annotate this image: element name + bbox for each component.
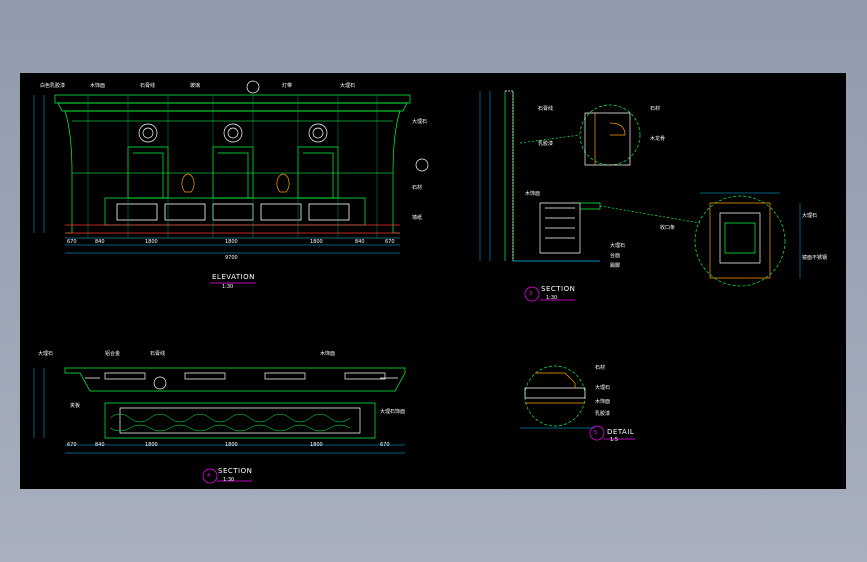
section4-label-3: 石膏线 bbox=[150, 351, 166, 357]
elevation-label-2: 木饰面 bbox=[90, 83, 106, 89]
elevation-drawing bbox=[33, 80, 429, 254]
section4-dim-6: 670 bbox=[380, 442, 390, 448]
section3-detail-label-2: 木龙骨 bbox=[650, 136, 666, 142]
section4-scale: 1:30 bbox=[223, 477, 235, 483]
elevation-dim-3: 1800 bbox=[145, 239, 158, 245]
section3-label-1: 石膏线 bbox=[538, 106, 554, 112]
detail-label-1: 石材 bbox=[595, 365, 606, 371]
detail-scale: 1:5 bbox=[610, 437, 619, 443]
elevation-right-label-2: 石材 bbox=[412, 185, 423, 191]
elevation-right-label-1: 大理石 bbox=[412, 119, 428, 125]
section4-label-5: 夹板 bbox=[70, 403, 81, 409]
section4-label-6: 大理石饰面 bbox=[380, 409, 406, 415]
elevation-label-3: 石膏线 bbox=[140, 83, 156, 89]
section3-detail-label-1: 石材 bbox=[650, 106, 661, 112]
detail-label-3: 木饰面 bbox=[595, 399, 611, 405]
detail-number: 5 bbox=[594, 430, 598, 436]
detail-drawing bbox=[520, 365, 605, 441]
section4-label-1: 大理石 bbox=[38, 351, 54, 357]
section3-label-2: 乳胶漆 bbox=[538, 141, 554, 147]
section3-label-6: 踢脚 bbox=[610, 263, 621, 269]
elevation-dim-1: 670 bbox=[67, 239, 77, 245]
elevation-dim-7: 670 bbox=[385, 239, 395, 245]
section4-dim-1: 670 bbox=[67, 442, 77, 448]
section4-dim-2: 840 bbox=[95, 442, 105, 448]
section3-title: SECTION bbox=[541, 285, 576, 293]
elevation-dim-4: 1800 bbox=[225, 239, 238, 245]
section3-label-5: 台面 bbox=[610, 253, 621, 259]
elevation-label-4: 玻璃 bbox=[190, 83, 201, 89]
section4-title: SECTION bbox=[218, 467, 253, 475]
plan-section-drawing bbox=[33, 367, 406, 484]
elevation-label-6: 大理石 bbox=[340, 83, 356, 89]
elevation-title: ELEVATION bbox=[212, 273, 255, 281]
elevation-dim-2: 840 bbox=[95, 239, 105, 245]
elevation-dim-6: 840 bbox=[355, 239, 365, 245]
section3-detail-label-5: 镜面不锈钢 bbox=[802, 255, 828, 261]
section3-number: 3 bbox=[529, 291, 533, 297]
cad-drawing-canvas[interactable]: 白色乳胶漆 木饰面 石膏线 玻璃 灯带 大理石 大理石 石材 墙纸 670 84… bbox=[20, 73, 846, 489]
elevation-label-1: 白色乳胶漆 bbox=[40, 83, 66, 89]
section3-label-4: 大理石 bbox=[610, 243, 626, 249]
section4-dim-4: 1800 bbox=[225, 442, 238, 448]
elevation-dim-total: 9700 bbox=[225, 255, 238, 261]
detail-title: DETAIL bbox=[607, 428, 635, 436]
section3-scale: 1:30 bbox=[546, 295, 558, 301]
detail-label-2: 大理石 bbox=[595, 385, 611, 391]
section3-detail-label-4: 大理石 bbox=[802, 213, 818, 219]
section3-label-3: 木饰面 bbox=[525, 191, 541, 197]
section4-dim-3: 1800 bbox=[145, 442, 158, 448]
elevation-right-label-3: 墙纸 bbox=[412, 215, 423, 221]
section4-number: 4 bbox=[207, 473, 211, 479]
elevation-dim-5: 1800 bbox=[310, 239, 323, 245]
elevation-label-5: 灯带 bbox=[282, 83, 293, 89]
detail-label-4: 乳胶漆 bbox=[595, 411, 611, 417]
section4-label-4: 木饰面 bbox=[320, 351, 336, 357]
section4-label-2: 铝合金 bbox=[105, 351, 121, 357]
section3-detail-label-3: 收口条 bbox=[660, 225, 676, 231]
section4-dim-5: 1800 bbox=[310, 442, 323, 448]
elevation-scale: 1:30 bbox=[222, 284, 234, 290]
drawing-linework bbox=[33, 80, 801, 484]
